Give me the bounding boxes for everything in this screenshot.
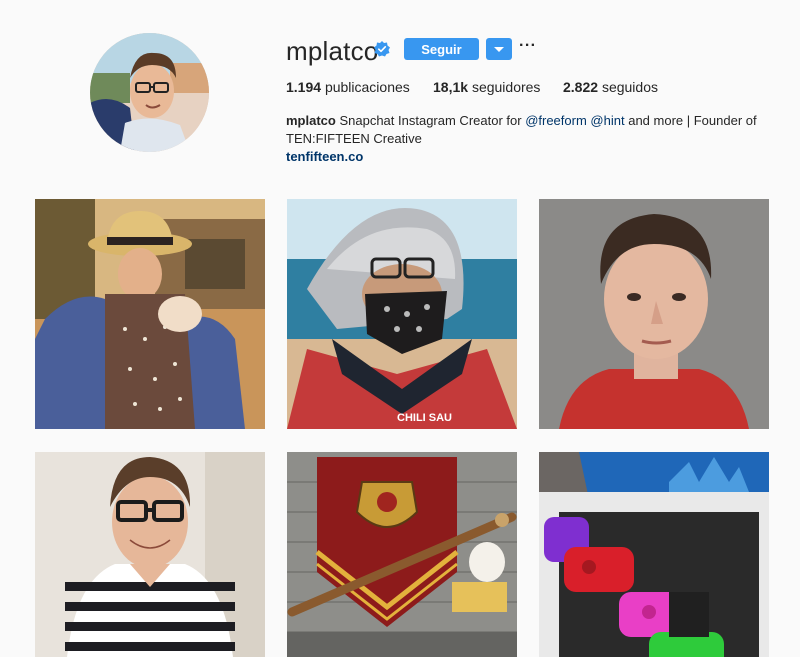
- post-thumbnail[interactable]: [287, 452, 517, 657]
- profile-bio: mplatco Snapchat Instagram Creator for @…: [286, 112, 766, 166]
- post-thumbnail[interactable]: [539, 452, 769, 657]
- verified-badge-icon: [374, 41, 390, 57]
- mention-link-freeform[interactable]: @freeform: [525, 113, 587, 128]
- posts-stat: 1.194 publicaciones: [286, 79, 410, 95]
- following-count: 2.822: [563, 79, 599, 95]
- follow-button[interactable]: Seguir: [404, 38, 479, 60]
- following-stat[interactable]: 2.822 seguidos: [563, 79, 658, 95]
- follow-options-button[interactable]: [486, 38, 512, 60]
- profile-avatar[interactable]: [90, 33, 209, 152]
- post-thumbnail[interactable]: [35, 452, 265, 657]
- bio-name: mplatco: [286, 113, 336, 128]
- post-thumbnail[interactable]: [539, 199, 769, 429]
- followers-label: seguidores: [471, 79, 541, 95]
- followers-count: 18,1k: [433, 79, 469, 95]
- chevron-down-icon: [494, 47, 504, 52]
- followers-stat[interactable]: 18,1k seguidores: [433, 79, 540, 95]
- profile-username: mplatco: [286, 36, 379, 66]
- following-label: seguidos: [601, 79, 658, 95]
- post-thumbnail[interactable]: CHILI SAU: [287, 199, 517, 429]
- website-link[interactable]: tenfifteen.co: [286, 148, 766, 166]
- bio-text-before: Snapchat Instagram Creator for: [339, 113, 522, 128]
- more-options-button[interactable]: ···: [519, 36, 536, 58]
- posts-label: publicaciones: [324, 79, 410, 95]
- profile-header: mplatco Seguir ··· 1.194 publicaciones 1…: [0, 0, 800, 175]
- svg-text:CHILI SAU: CHILI SAU: [397, 412, 452, 424]
- mention-link-hint[interactable]: @hint: [590, 113, 624, 128]
- post-thumbnail[interactable]: [35, 199, 265, 429]
- posts-count: 1.194: [286, 79, 322, 95]
